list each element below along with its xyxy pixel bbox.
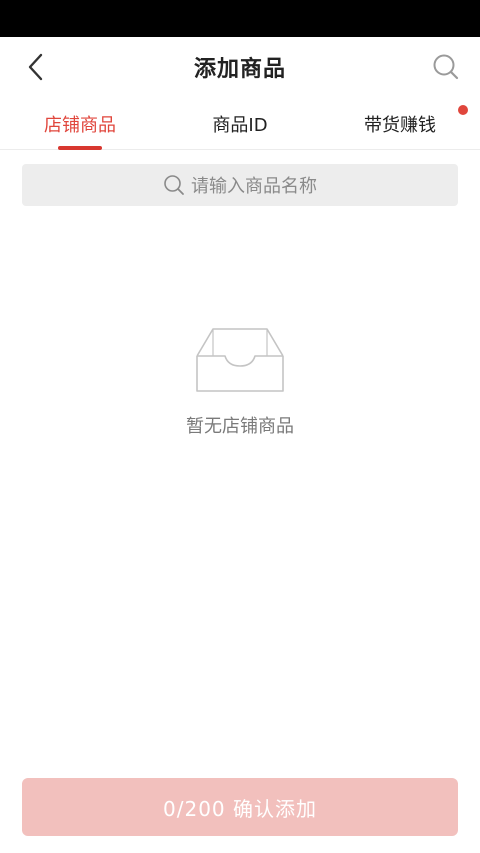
search-input[interactable]: 请输入商品名称 xyxy=(22,164,458,206)
confirm-add-label: 0/200 确认添加 xyxy=(163,796,317,821)
active-tab-indicator xyxy=(58,146,102,150)
confirm-add-button[interactable]: 0/200 确认添加 xyxy=(22,778,458,836)
empty-state: 暂无店铺商品 xyxy=(0,326,480,438)
tab-label: 商品ID xyxy=(212,114,268,136)
tab-label: 店铺商品 xyxy=(44,114,116,136)
search-placeholder: 请输入商品名称 xyxy=(191,176,317,197)
search-icon xyxy=(164,175,184,195)
tab-bar: 店铺商品 商品ID 带货赚钱 xyxy=(0,97,480,150)
empty-state-text: 暂无店铺商品 xyxy=(186,416,294,437)
empty-box-icon xyxy=(196,328,284,392)
tab-store-products[interactable]: 店铺商品 xyxy=(0,97,160,150)
page-title: 添加商品 xyxy=(193,57,286,82)
header: 添加商品 xyxy=(0,37,480,97)
search-button[interactable] xyxy=(428,49,464,85)
status-bar xyxy=(0,0,480,37)
tab-product-id[interactable]: 商品ID xyxy=(160,97,320,150)
search-icon xyxy=(433,54,459,80)
notification-dot xyxy=(458,105,468,115)
tab-earn-money[interactable]: 带货赚钱 xyxy=(320,97,480,150)
tab-label: 带货赚钱 xyxy=(364,114,436,136)
